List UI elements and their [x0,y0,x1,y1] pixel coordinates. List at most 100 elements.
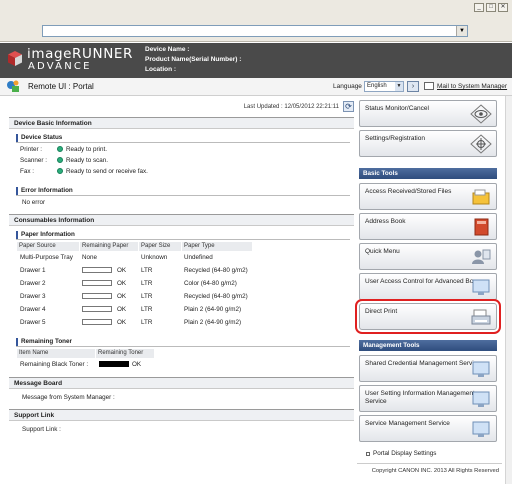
message-text: Message from System Manager : [22,394,115,401]
remaining-paper: OK [117,319,127,326]
user-setting-info-label: User Setting Information Management Serv… [365,390,475,405]
paper-type-header: Paper Type [182,242,252,251]
monitor-icon [472,391,490,407]
item-name-header: Item Name [17,349,95,358]
user-setting-info-button[interactable]: User Setting Information Management Serv… [359,385,497,412]
quick-menu-button[interactable]: Quick Menu [359,243,497,270]
language-value: English [367,83,387,89]
portal-display-settings-link[interactable]: Portal Display Settings [366,450,436,457]
refresh-button[interactable]: ⟳ [343,101,354,112]
language-apply-button[interactable]: › [407,81,419,92]
remaining-paper: OK [117,306,127,313]
paper-level-bar [82,280,112,286]
maximize-button[interactable]: □ [486,3,496,12]
paper-type: Recycled (64-80 g/m2) [184,267,248,274]
paper-source-header: Paper Source [17,242,79,251]
shared-credential-label: Shared Credential Management Service [365,360,481,367]
shared-credential-button[interactable]: Shared Credential Management Service [359,355,497,382]
paper-level-bar [82,319,112,325]
minimize-button[interactable]: _ [474,3,484,12]
paper-size: LTR [141,280,153,287]
paper-type: Undefined [184,254,213,261]
portal-bar: Remote UI : Portal Language English ▼ › … [0,78,512,96]
address-bar[interactable]: ▼ [42,25,468,37]
fax-status: Ready to send or receive fax. [66,168,148,175]
message-board-heading: Message Board [9,377,354,389]
access-stored-files-label: Access Received/Stored Files [365,188,452,195]
paper-source: Drawer 4 [20,306,46,313]
direct-print-label: Direct Print [365,308,398,315]
mail-icon [424,82,434,90]
paper-level-bar [82,293,112,299]
printer-label: Printer : [20,146,43,153]
device-status-heading: Device Status [16,133,350,143]
scanner-label: Scanner : [20,157,47,164]
user-access-control-button[interactable]: User Access Control for Advanced Box [359,273,497,300]
device-basic-info-heading: Device Basic Information [9,117,354,129]
paper-size-header: Paper Size [139,242,181,251]
consumables-info-heading: Consumables Information [9,214,354,226]
user-menu-icon [472,249,491,264]
user-access-control-label: User Access Control for Advanced Box [365,278,477,285]
paper-type: Recycled (64-80 g/m2) [184,293,248,300]
device-name-label: Device Name : [145,46,190,53]
paper-source: Drawer 2 [20,280,46,287]
direct-print-button[interactable]: Direct Print [355,299,501,334]
language-label: Language [333,83,362,90]
remaining-paper-header: Remaining Paper [80,242,138,251]
paper-type: Color (64-80 g/m2) [184,280,237,287]
monitor-icon [472,361,490,377]
site-header: imageRUNNER ADVANCE Device Name : Produc… [0,43,512,78]
chevron-down-icon: ▼ [395,82,403,91]
last-updated: Last Updated : 12/05/2012 22:21:11 [243,104,339,110]
product-name-label: Product Name(Serial Number) : [145,56,242,63]
device-info: Device Name : Product Name(Serial Number… [145,45,241,75]
page-title: Remote UI : Portal [28,82,94,91]
browser-toolbar: _ □ ✕ ▼ [0,0,512,42]
language-select[interactable]: English ▼ [364,81,404,92]
quick-menu-label: Quick Menu [365,248,400,255]
access-stored-files-button[interactable]: Access Received/Stored Files [359,183,497,210]
remaining-paper: OK [117,293,127,300]
paper-type: Plain 2 (64-90 g/m2) [184,319,242,326]
paper-size: LTR [141,319,153,326]
black-toner-label: Remaining Black Toner : [20,361,89,368]
address-book-label: Address Book [365,218,406,225]
paper-size: Unknown [141,254,168,261]
address-book-button[interactable]: Address Book [359,213,497,240]
service-management-button[interactable]: Service Management Service [359,415,497,442]
paper-source: Drawer 1 [20,267,46,274]
remaining-paper: OK [117,267,127,274]
paper-size: LTR [141,306,153,313]
address-dropdown-button[interactable]: ▼ [456,26,467,36]
support-link-text: Support Link : [22,426,61,433]
support-link-heading: Support Link [9,409,354,421]
status-ok-icon [57,157,63,163]
remaining-paper: OK [117,280,127,287]
paper-size: LTR [141,267,153,274]
window-controls: _ □ ✕ [474,3,508,12]
mail-to-system-manager-link[interactable]: Mail to System Manager [437,83,507,90]
settings-registration-button[interactable]: Settings/Registration [359,130,497,157]
status-monitor-button[interactable]: Status Monitor/Cancel [359,100,497,127]
paper-type: Plain 2 (64-90 g/m2) [184,306,242,313]
close-button[interactable]: ✕ [498,3,508,12]
brand-subtitle: ADVANCE [28,61,92,72]
paper-source: Multi-Purpose Tray [20,254,73,261]
paper-source: Drawer 3 [20,293,46,300]
remaining-paper: None [82,254,98,261]
paper-level-bar [82,306,112,312]
logo-cube-icon [8,51,22,66]
location-label: Location : [145,66,177,73]
paper-level-bar [82,267,112,273]
copyright: Copyright CANON INC. 2013 All Rights Res… [371,468,499,474]
scanner-status: Ready to scan. [66,157,109,164]
footer-divider [357,463,502,464]
service-management-label: Service Management Service [365,420,450,427]
fax-label: Fax : [20,168,34,175]
status-ok-icon [57,168,63,174]
status-monitor-label: Status Monitor/Cancel [365,105,429,112]
basic-tools-heading: Basic Tools [359,168,497,179]
paper-source: Drawer 5 [20,319,46,326]
vertical-scrollbar[interactable] [505,96,512,484]
